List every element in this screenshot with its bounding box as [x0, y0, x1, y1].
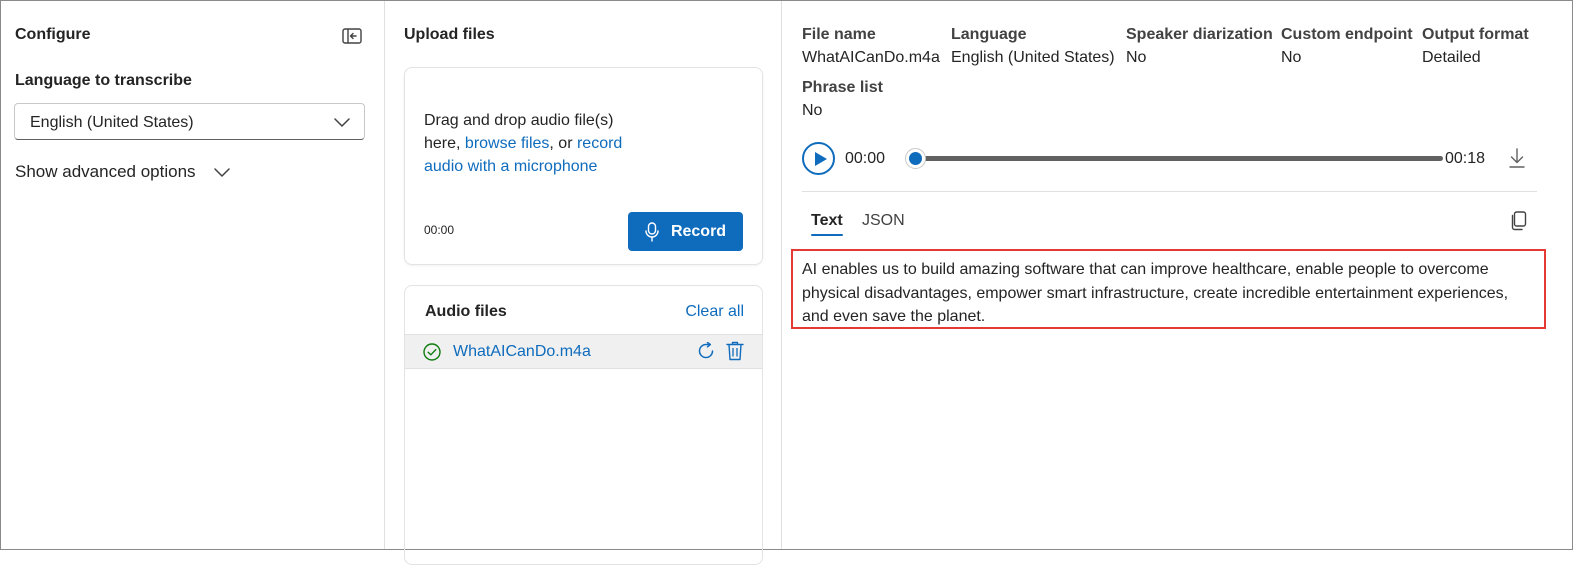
app-window: Configure Language to transcribe English…	[0, 0, 1573, 565]
record-button-label: Record	[670, 222, 727, 240]
meta-phrase-list: Phrase list No	[802, 79, 883, 120]
meta-language: Language English (United States)	[951, 26, 1115, 67]
meta-label: File name	[802, 26, 876, 43]
chevron-down-icon	[213, 168, 230, 177]
microphone-icon	[645, 221, 659, 242]
transcript-text: AI enables us to build amazing software …	[791, 249, 1546, 329]
language-dropdown[interactable]: English (United States)	[14, 103, 365, 140]
current-time: 00:00	[845, 150, 886, 167]
meta-label: Phrase list	[802, 79, 883, 96]
audio-player: 00:00 00:18	[802, 142, 1532, 176]
play-icon	[815, 152, 827, 166]
success-check-icon	[423, 343, 441, 361]
meta-value: WhatAICanDo.m4a	[802, 49, 940, 66]
record-button[interactable]: Record	[628, 212, 743, 251]
meta-diarization: Speaker diarization No	[1126, 26, 1273, 67]
meta-output-format: Output format Detailed	[1422, 26, 1529, 67]
record-timer: 00:00	[424, 223, 455, 237]
meta-file-name: File name WhatAICanDo.m4a	[802, 26, 940, 67]
delete-icon[interactable]	[726, 341, 744, 361]
language-label: Language to transcribe	[15, 72, 192, 89]
seek-thumb[interactable]	[905, 148, 926, 169]
meta-value: Detailed	[1422, 49, 1481, 66]
audio-file-row[interactable]: WhatAICanDo.m4a	[405, 334, 762, 369]
language-dropdown-value: English (United States)	[30, 114, 194, 131]
duration: 00:18	[1445, 150, 1486, 167]
results-panel: File name WhatAICanDo.m4a Language Engli…	[782, 1, 1572, 549]
meta-value: English (United States)	[951, 49, 1115, 66]
audio-files-card: Audio files Clear all WhatAICanDo.m4a	[404, 285, 763, 565]
download-icon[interactable]	[1508, 147, 1526, 169]
collapse-panel-icon[interactable]	[342, 28, 362, 44]
meta-label: Speaker diarization	[1126, 26, 1273, 43]
meta-value: No	[1126, 49, 1147, 66]
meta-label: Output format	[1422, 26, 1529, 43]
meta-label: Custom endpoint	[1281, 26, 1413, 43]
upload-panel: Upload files Drag and drop audio file(s)…	[385, 1, 782, 565]
chevron-down-icon	[334, 118, 350, 127]
tab-json[interactable]: JSON	[862, 212, 905, 230]
tab-text[interactable]: Text	[811, 212, 843, 236]
retry-icon[interactable]	[697, 342, 715, 360]
advanced-options-label: Show advanced options	[15, 162, 196, 181]
audio-files-title: Audio files	[425, 303, 507, 320]
meta-value: No	[802, 102, 823, 119]
advanced-options-toggle[interactable]: Show advanced options	[15, 162, 230, 182]
meta-label: Language	[951, 26, 1027, 43]
configure-title: Configure	[15, 26, 91, 43]
clear-all-button[interactable]: Clear all	[685, 303, 744, 321]
divider	[802, 191, 1537, 192]
drop-zone[interactable]: Drag and drop audio file(s) here, browse…	[404, 67, 763, 265]
configure-panel: Configure Language to transcribe English…	[1, 1, 385, 549]
copy-icon[interactable]	[1510, 211, 1527, 231]
meta-value: No	[1281, 49, 1302, 66]
meta-endpoint: Custom endpoint No	[1281, 26, 1413, 67]
browse-files-link[interactable]: browse files	[465, 135, 549, 152]
upload-title: Upload files	[404, 26, 495, 43]
seek-bar[interactable]	[905, 148, 1443, 169]
drop-text-part: , or	[549, 135, 577, 152]
audio-file-name[interactable]: WhatAICanDo.m4a	[453, 343, 591, 361]
drop-instructions: Drag and drop audio file(s) here, browse…	[424, 109, 649, 178]
play-button[interactable]	[802, 142, 835, 175]
